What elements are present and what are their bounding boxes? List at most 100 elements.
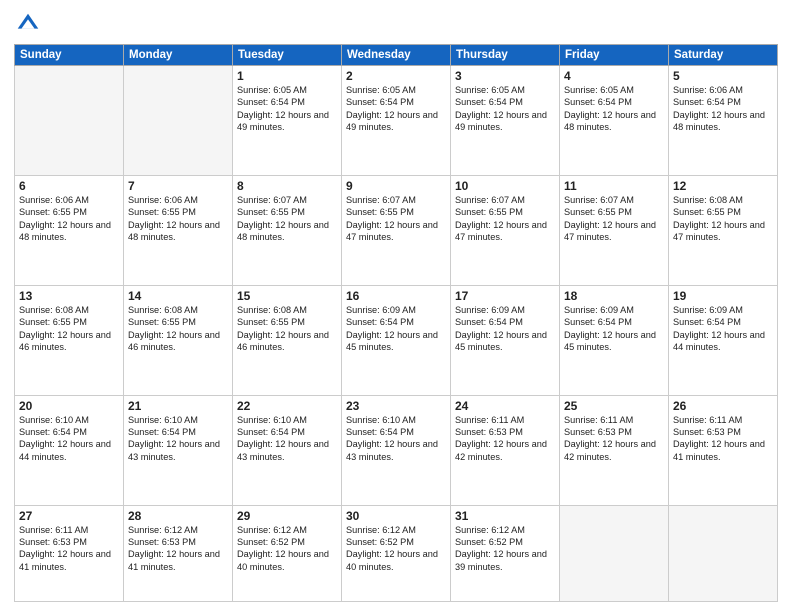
- cell-details: Sunrise: 6:10 AMSunset: 6:54 PMDaylight:…: [237, 415, 329, 462]
- calendar-cell: 7 Sunrise: 6:06 AMSunset: 6:55 PMDayligh…: [124, 175, 233, 285]
- cell-details: Sunrise: 6:06 AMSunset: 6:54 PMDaylight:…: [673, 85, 765, 132]
- calendar-week-row: 13 Sunrise: 6:08 AMSunset: 6:55 PMDaylig…: [15, 285, 778, 395]
- calendar-cell: 24 Sunrise: 6:11 AMSunset: 6:53 PMDaylig…: [451, 395, 560, 505]
- day-number: 8: [237, 179, 337, 193]
- calendar-cell: 26 Sunrise: 6:11 AMSunset: 6:53 PMDaylig…: [669, 395, 778, 505]
- calendar-cell: [124, 66, 233, 176]
- cell-details: Sunrise: 6:12 AMSunset: 6:52 PMDaylight:…: [346, 525, 438, 572]
- cell-details: Sunrise: 6:10 AMSunset: 6:54 PMDaylight:…: [19, 415, 111, 462]
- calendar-cell: 13 Sunrise: 6:08 AMSunset: 6:55 PMDaylig…: [15, 285, 124, 395]
- cell-details: Sunrise: 6:10 AMSunset: 6:54 PMDaylight:…: [346, 415, 438, 462]
- cell-details: Sunrise: 6:08 AMSunset: 6:55 PMDaylight:…: [673, 195, 765, 242]
- cell-details: Sunrise: 6:07 AMSunset: 6:55 PMDaylight:…: [237, 195, 329, 242]
- cell-details: Sunrise: 6:09 AMSunset: 6:54 PMDaylight:…: [673, 305, 765, 352]
- calendar-cell: 14 Sunrise: 6:08 AMSunset: 6:55 PMDaylig…: [124, 285, 233, 395]
- calendar-cell: [669, 505, 778, 602]
- calendar-table: SundayMondayTuesdayWednesdayThursdayFrid…: [14, 44, 778, 602]
- cell-details: Sunrise: 6:12 AMSunset: 6:53 PMDaylight:…: [128, 525, 220, 572]
- cell-details: Sunrise: 6:07 AMSunset: 6:55 PMDaylight:…: [346, 195, 438, 242]
- cell-details: Sunrise: 6:10 AMSunset: 6:54 PMDaylight:…: [128, 415, 220, 462]
- day-number: 16: [346, 289, 446, 303]
- day-number: 27: [19, 509, 119, 523]
- calendar-header-row: SundayMondayTuesdayWednesdayThursdayFrid…: [15, 45, 778, 66]
- cell-details: Sunrise: 6:12 AMSunset: 6:52 PMDaylight:…: [455, 525, 547, 572]
- day-number: 28: [128, 509, 228, 523]
- logo: [14, 10, 46, 38]
- day-number: 12: [673, 179, 773, 193]
- day-number: 14: [128, 289, 228, 303]
- calendar-cell: 8 Sunrise: 6:07 AMSunset: 6:55 PMDayligh…: [233, 175, 342, 285]
- cell-details: Sunrise: 6:06 AMSunset: 6:55 PMDaylight:…: [19, 195, 111, 242]
- cell-details: Sunrise: 6:11 AMSunset: 6:53 PMDaylight:…: [564, 415, 656, 462]
- calendar-week-row: 20 Sunrise: 6:10 AMSunset: 6:54 PMDaylig…: [15, 395, 778, 505]
- cell-details: Sunrise: 6:08 AMSunset: 6:55 PMDaylight:…: [237, 305, 329, 352]
- cell-details: Sunrise: 6:09 AMSunset: 6:54 PMDaylight:…: [346, 305, 438, 352]
- cell-details: Sunrise: 6:12 AMSunset: 6:52 PMDaylight:…: [237, 525, 329, 572]
- calendar-week-row: 1 Sunrise: 6:05 AMSunset: 6:54 PMDayligh…: [15, 66, 778, 176]
- calendar-cell: 27 Sunrise: 6:11 AMSunset: 6:53 PMDaylig…: [15, 505, 124, 602]
- calendar-cell: 18 Sunrise: 6:09 AMSunset: 6:54 PMDaylig…: [560, 285, 669, 395]
- day-number: 24: [455, 399, 555, 413]
- day-number: 5: [673, 69, 773, 83]
- cell-details: Sunrise: 6:08 AMSunset: 6:55 PMDaylight:…: [19, 305, 111, 352]
- calendar-week-row: 6 Sunrise: 6:06 AMSunset: 6:55 PMDayligh…: [15, 175, 778, 285]
- calendar-cell: 30 Sunrise: 6:12 AMSunset: 6:52 PMDaylig…: [342, 505, 451, 602]
- calendar-cell: 19 Sunrise: 6:09 AMSunset: 6:54 PMDaylig…: [669, 285, 778, 395]
- calendar-cell: 31 Sunrise: 6:12 AMSunset: 6:52 PMDaylig…: [451, 505, 560, 602]
- calendar-cell: 4 Sunrise: 6:05 AMSunset: 6:54 PMDayligh…: [560, 66, 669, 176]
- logo-icon: [14, 10, 42, 38]
- day-number: 22: [237, 399, 337, 413]
- calendar-cell: 2 Sunrise: 6:05 AMSunset: 6:54 PMDayligh…: [342, 66, 451, 176]
- day-number: 20: [19, 399, 119, 413]
- cell-details: Sunrise: 6:05 AMSunset: 6:54 PMDaylight:…: [564, 85, 656, 132]
- calendar-cell: 1 Sunrise: 6:05 AMSunset: 6:54 PMDayligh…: [233, 66, 342, 176]
- cell-details: Sunrise: 6:09 AMSunset: 6:54 PMDaylight:…: [564, 305, 656, 352]
- day-number: 19: [673, 289, 773, 303]
- day-number: 29: [237, 509, 337, 523]
- cell-details: Sunrise: 6:05 AMSunset: 6:54 PMDaylight:…: [346, 85, 438, 132]
- cell-details: Sunrise: 6:07 AMSunset: 6:55 PMDaylight:…: [455, 195, 547, 242]
- day-number: 1: [237, 69, 337, 83]
- day-number: 4: [564, 69, 664, 83]
- day-number: 23: [346, 399, 446, 413]
- cell-details: Sunrise: 6:06 AMSunset: 6:55 PMDaylight:…: [128, 195, 220, 242]
- cell-details: Sunrise: 6:05 AMSunset: 6:54 PMDaylight:…: [237, 85, 329, 132]
- cell-details: Sunrise: 6:11 AMSunset: 6:53 PMDaylight:…: [19, 525, 111, 572]
- day-number: 26: [673, 399, 773, 413]
- calendar-week-row: 27 Sunrise: 6:11 AMSunset: 6:53 PMDaylig…: [15, 505, 778, 602]
- day-number: 10: [455, 179, 555, 193]
- day-number: 17: [455, 289, 555, 303]
- day-number: 31: [455, 509, 555, 523]
- calendar-cell: 29 Sunrise: 6:12 AMSunset: 6:52 PMDaylig…: [233, 505, 342, 602]
- calendar-cell: 23 Sunrise: 6:10 AMSunset: 6:54 PMDaylig…: [342, 395, 451, 505]
- calendar-cell: 20 Sunrise: 6:10 AMSunset: 6:54 PMDaylig…: [15, 395, 124, 505]
- calendar-cell: [15, 66, 124, 176]
- cell-details: Sunrise: 6:08 AMSunset: 6:55 PMDaylight:…: [128, 305, 220, 352]
- calendar-cell: 22 Sunrise: 6:10 AMSunset: 6:54 PMDaylig…: [233, 395, 342, 505]
- calendar-cell: 25 Sunrise: 6:11 AMSunset: 6:53 PMDaylig…: [560, 395, 669, 505]
- cell-details: Sunrise: 6:07 AMSunset: 6:55 PMDaylight:…: [564, 195, 656, 242]
- cell-details: Sunrise: 6:11 AMSunset: 6:53 PMDaylight:…: [673, 415, 765, 462]
- calendar-day-header: Saturday: [669, 45, 778, 66]
- day-number: 2: [346, 69, 446, 83]
- cell-details: Sunrise: 6:11 AMSunset: 6:53 PMDaylight:…: [455, 415, 547, 462]
- calendar-cell: [560, 505, 669, 602]
- day-number: 11: [564, 179, 664, 193]
- cell-details: Sunrise: 6:09 AMSunset: 6:54 PMDaylight:…: [455, 305, 547, 352]
- calendar-day-header: Friday: [560, 45, 669, 66]
- day-number: 3: [455, 69, 555, 83]
- page: SundayMondayTuesdayWednesdayThursdayFrid…: [0, 0, 792, 612]
- calendar-cell: 28 Sunrise: 6:12 AMSunset: 6:53 PMDaylig…: [124, 505, 233, 602]
- day-number: 15: [237, 289, 337, 303]
- calendar-cell: 12 Sunrise: 6:08 AMSunset: 6:55 PMDaylig…: [669, 175, 778, 285]
- calendar-cell: 17 Sunrise: 6:09 AMSunset: 6:54 PMDaylig…: [451, 285, 560, 395]
- calendar-day-header: Wednesday: [342, 45, 451, 66]
- day-number: 9: [346, 179, 446, 193]
- calendar-cell: 10 Sunrise: 6:07 AMSunset: 6:55 PMDaylig…: [451, 175, 560, 285]
- day-number: 18: [564, 289, 664, 303]
- calendar-day-header: Thursday: [451, 45, 560, 66]
- cell-details: Sunrise: 6:05 AMSunset: 6:54 PMDaylight:…: [455, 85, 547, 132]
- calendar-cell: 9 Sunrise: 6:07 AMSunset: 6:55 PMDayligh…: [342, 175, 451, 285]
- day-number: 25: [564, 399, 664, 413]
- calendar-day-header: Tuesday: [233, 45, 342, 66]
